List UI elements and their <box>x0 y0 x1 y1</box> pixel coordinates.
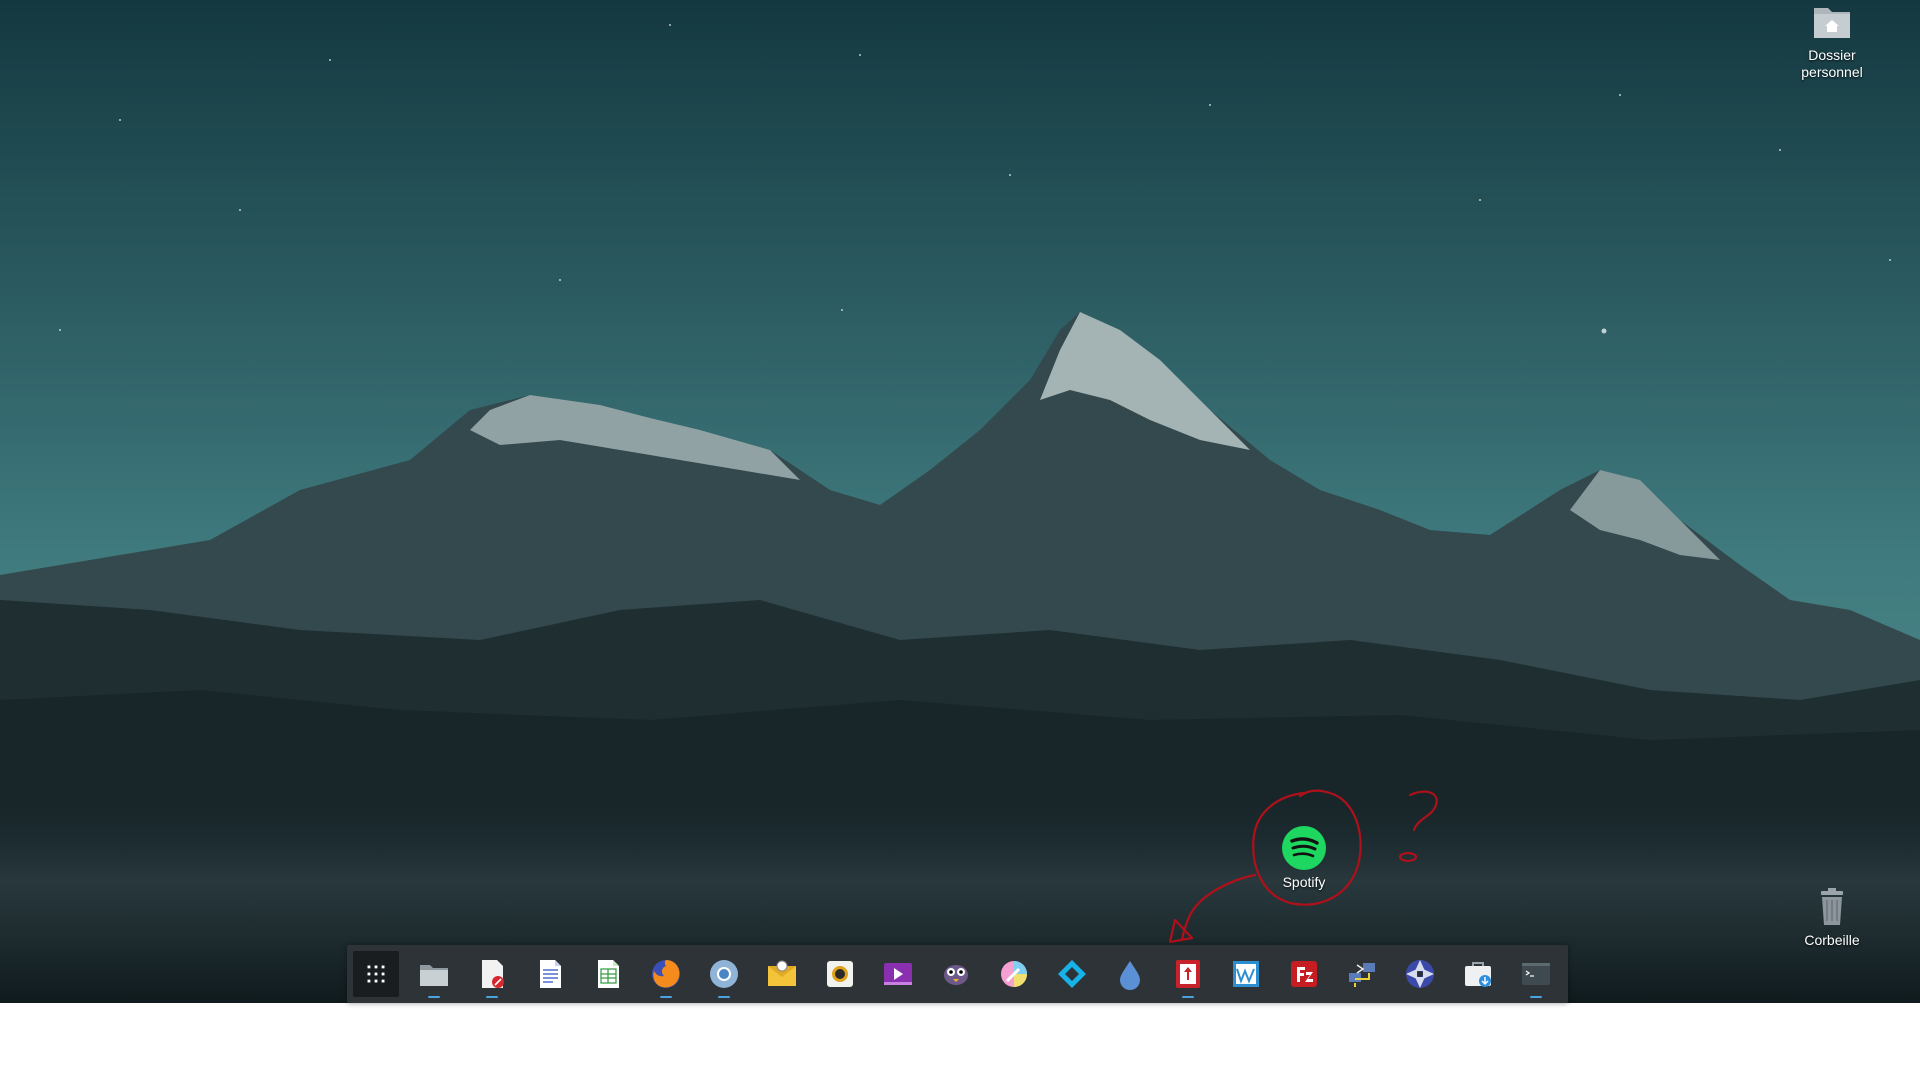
running-indicator <box>1530 996 1542 998</box>
text-document-icon <box>540 960 561 988</box>
dock-item-system-monitor[interactable] <box>1217 945 1275 1003</box>
music-player-icon <box>827 961 853 987</box>
transmission-icon <box>1176 960 1200 988</box>
network-icon <box>1349 963 1375 987</box>
trash-icon <box>1821 888 1843 925</box>
dock-item-transmission[interactable] <box>1159 945 1217 1003</box>
dock-item-software-center[interactable] <box>1449 945 1507 1003</box>
dock-item-terminal[interactable] <box>1507 945 1565 1003</box>
app-launcher-button[interactable] <box>353 951 399 997</box>
drop-icon <box>1120 961 1140 990</box>
home-folder-desktop-icon[interactable]: Dossier personnel <box>1777 0 1887 81</box>
dock-item-filezilla[interactable] <box>1275 945 1333 1003</box>
running-indicator <box>1182 996 1194 998</box>
software-center-icon <box>1465 962 1491 987</box>
home-folder-icon <box>1814 8 1850 38</box>
files-icon <box>420 965 448 986</box>
mail-icon <box>768 960 796 986</box>
running-indicator <box>718 996 730 998</box>
spreadsheet-icon <box>598 960 619 988</box>
running-indicator <box>428 996 440 998</box>
dock-item-kodi[interactable] <box>1043 945 1101 1003</box>
spotify-icon <box>1282 826 1326 870</box>
desktop[interactable]: Dossier personnel Corbeille Spotify <box>0 0 1920 1003</box>
dock-item-firefox[interactable] <box>637 945 695 1003</box>
dock-item-spreadsheet[interactable] <box>579 945 637 1003</box>
dock-item-aperture[interactable] <box>1391 945 1449 1003</box>
wallpaper <box>0 0 1920 1003</box>
dock-item-color-picker[interactable] <box>985 945 1043 1003</box>
firefox-icon <box>652 960 680 988</box>
terminal-icon <box>1522 963 1550 985</box>
dock <box>347 945 1568 1003</box>
dock-item-video-player[interactable] <box>869 945 927 1003</box>
desktop-icon-label: Corbeille <box>1804 932 1860 948</box>
aperture-icon <box>1406 960 1434 988</box>
spotify-desktop-icon[interactable]: Spotify <box>1252 825 1356 891</box>
running-indicator <box>660 996 672 998</box>
dock-item-chromium[interactable] <box>695 945 753 1003</box>
pidgin-icon <box>944 965 968 985</box>
dock-item-network[interactable] <box>1333 945 1391 1003</box>
chromium-icon <box>710 960 738 988</box>
filezilla-icon <box>1291 961 1317 987</box>
dock-item-drop[interactable] <box>1101 945 1159 1003</box>
kodi-icon <box>1058 960 1086 988</box>
desktop-icon-label: Spotify <box>1282 874 1326 890</box>
dock-item-files[interactable] <box>405 945 463 1003</box>
system-monitor-icon <box>1233 961 1259 987</box>
dock-item-text-document[interactable] <box>521 945 579 1003</box>
running-indicator <box>486 996 498 998</box>
desktop-icon-label: Dossier personnel <box>1801 47 1863 80</box>
color-picker-icon <box>1001 961 1027 987</box>
trash-desktop-icon[interactable]: Corbeille <box>1777 885 1887 949</box>
dock-item-pidgin[interactable] <box>927 945 985 1003</box>
video-player-icon <box>884 963 912 985</box>
dock-item-document-viewer[interactable] <box>463 945 521 1003</box>
dock-item-music-player[interactable] <box>811 945 869 1003</box>
document-viewer-icon <box>482 960 504 988</box>
dock-item-mail[interactable] <box>753 945 811 1003</box>
app-grid-icon <box>367 965 385 983</box>
